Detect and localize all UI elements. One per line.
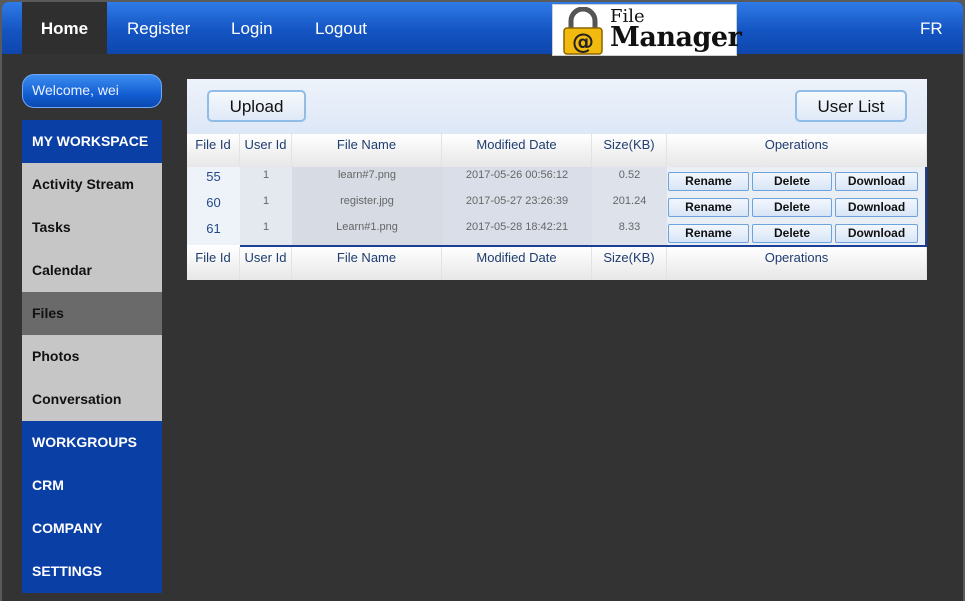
rename-button[interactable]: Rename — [668, 172, 749, 191]
cell-operations: Rename Delete Download — [667, 219, 927, 245]
column-footer-operations: Operations — [667, 247, 927, 280]
sidebar-item-my-workspace[interactable]: MY WORKSPACE — [22, 120, 162, 163]
cell-user-id: 1 — [240, 219, 292, 245]
sidebar-item-tasks[interactable]: Tasks — [22, 206, 162, 249]
sidebar-item-settings[interactable]: SETTINGS — [22, 550, 162, 593]
rename-button[interactable]: Rename — [668, 198, 749, 217]
files-toolbar: Upload User List — [187, 79, 927, 134]
table-footer: File Id User Id File Name Modified Date … — [187, 247, 927, 280]
delete-button[interactable]: Delete — [752, 224, 832, 243]
sidebar-item-activity-stream[interactable]: Activity Stream — [22, 163, 162, 206]
rename-button[interactable]: Rename — [668, 224, 749, 243]
column-header-file-id: File Id — [187, 134, 240, 167]
cell-operations: Rename Delete Download — [667, 167, 927, 193]
upload-button[interactable]: Upload — [207, 90, 306, 122]
cell-file-name: Learn#1.png — [292, 219, 442, 245]
sidebar-item-conversation[interactable]: Conversation — [22, 378, 162, 421]
cell-size: 8.33 — [592, 219, 667, 245]
column-header-modified-date: Modified Date — [442, 134, 592, 167]
cell-modified-date: 2017-05-26 00:56:12 — [442, 167, 592, 193]
delete-button[interactable]: Delete — [752, 198, 832, 217]
language-toggle[interactable]: FR — [920, 2, 943, 54]
sidebar: MY WORKSPACE Activity Stream Tasks Calen… — [22, 120, 162, 593]
cell-size: 201.24 — [592, 193, 667, 219]
user-list-button[interactable]: User List — [795, 90, 907, 122]
table-row: 55 1 learn#7.png 2017-05-26 00:56:12 0.5… — [187, 167, 927, 193]
sidebar-item-calendar[interactable]: Calendar — [22, 249, 162, 292]
table-row: 61 1 Learn#1.png 2017-05-28 18:42:21 8.3… — [187, 219, 927, 245]
cell-modified-date: 2017-05-27 23:26:39 — [442, 193, 592, 219]
column-header-user-id: User Id — [240, 134, 292, 167]
download-button[interactable]: Download — [835, 224, 918, 243]
cell-user-id: 1 — [240, 167, 292, 193]
nav-home[interactable]: Home — [22, 2, 107, 54]
sidebar-item-photos[interactable]: Photos — [22, 335, 162, 378]
cell-file-id: 60 — [187, 193, 240, 219]
table-row: 60 1 register.jpg 2017-05-27 23:26:39 20… — [187, 193, 927, 219]
nav-logout[interactable]: Logout — [315, 2, 367, 54]
column-footer-file-name: File Name — [292, 247, 442, 280]
sidebar-item-workgroups[interactable]: WORKGROUPS — [22, 421, 162, 464]
sidebar-item-files[interactable]: Files — [22, 292, 162, 335]
app-frame: Home Register Login Logout @ File Manage… — [2, 2, 963, 601]
sidebar-item-company[interactable]: COMPANY — [22, 507, 162, 550]
column-footer-modified-date: Modified Date — [442, 247, 592, 280]
download-button[interactable]: Download — [835, 198, 918, 217]
delete-button[interactable]: Delete — [752, 172, 832, 191]
top-nav: Home Register Login Logout @ File Manage… — [2, 2, 963, 56]
logo-text-manager: Manager — [610, 22, 742, 53]
cell-modified-date: 2017-05-28 18:42:21 — [442, 219, 592, 245]
cell-operations: Rename Delete Download — [667, 193, 927, 219]
download-button[interactable]: Download — [835, 172, 918, 191]
column-header-operations: Operations — [667, 134, 927, 167]
svg-text:@: @ — [572, 30, 594, 55]
nav-register[interactable]: Register — [127, 2, 190, 54]
table-header: File Id User Id File Name Modified Date … — [187, 134, 927, 167]
files-panel: Upload User List File Id User Id File Na… — [187, 79, 927, 280]
cell-file-name: learn#7.png — [292, 167, 442, 193]
welcome-badge: Welcome, wei — [22, 74, 162, 108]
cell-file-name: register.jpg — [292, 193, 442, 219]
nav-login[interactable]: Login — [231, 2, 273, 54]
sidebar-item-crm[interactable]: CRM — [22, 464, 162, 507]
cell-user-id: 1 — [240, 193, 292, 219]
cell-file-id: 61 — [187, 219, 240, 245]
cell-file-id: 55 — [187, 167, 240, 193]
cell-size: 0.52 — [592, 167, 667, 193]
column-footer-file-id: File Id — [187, 247, 240, 280]
column-footer-size: Size(KB) — [592, 247, 667, 280]
file-manager-logo: @ File Manager — [552, 4, 742, 56]
column-footer-user-id: User Id — [240, 247, 292, 280]
padlock-icon: @ — [563, 7, 603, 55]
column-header-size: Size(KB) — [592, 134, 667, 167]
column-header-file-name: File Name — [292, 134, 442, 167]
